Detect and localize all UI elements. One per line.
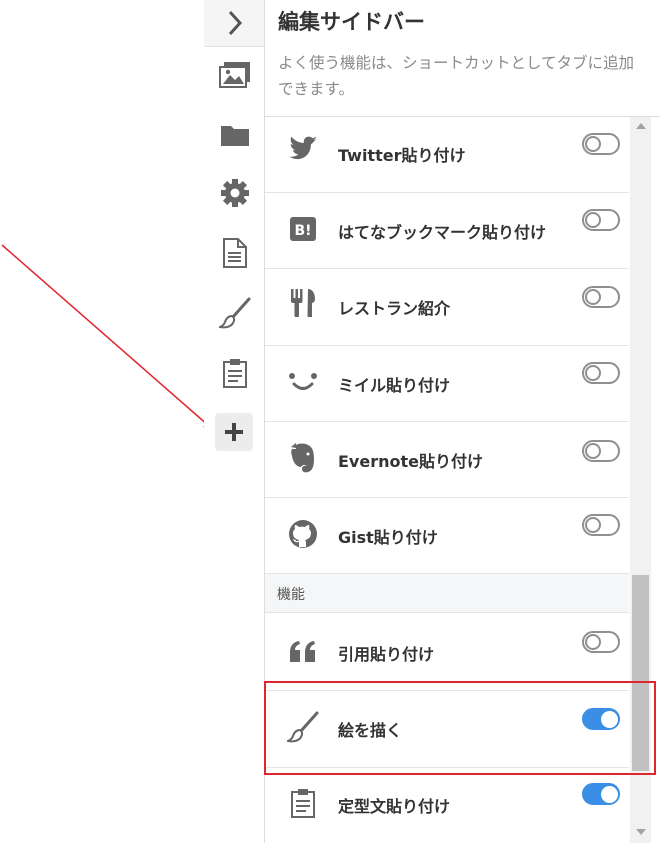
twitter-icon (286, 132, 320, 166)
feature-list: Twitter貼り付け B! はてなブックマーク貼り付け レストラン紹介 ミイル… (265, 117, 629, 843)
list-item-label: Evernote貼り付け (338, 452, 483, 471)
list-item[interactable]: Evernote貼り付け (265, 421, 629, 498)
list-item[interactable]: 引用貼り付け (265, 613, 629, 691)
toggle-switch[interactable] (582, 133, 620, 155)
scroll-down-arrow[interactable] (630, 823, 651, 840)
clipboard-icon (286, 786, 320, 820)
section-label: 機能 (277, 587, 305, 603)
evernote-icon (286, 441, 320, 475)
gear-icon[interactable] (218, 176, 252, 210)
plus-icon (225, 423, 243, 441)
quote-icon (286, 635, 320, 669)
list-item-label: はてなブックマーク貼り付け (338, 223, 547, 242)
toggle-switch[interactable] (582, 286, 620, 308)
list-item-label: 定型文貼り付け (338, 797, 451, 816)
list-item-label: 引用貼り付け (338, 645, 435, 664)
image-icon[interactable] (218, 58, 252, 92)
scrollbar-thumb[interactable] (632, 575, 649, 771)
restaurant-icon (286, 286, 320, 320)
icon-rail (204, 0, 265, 843)
scroll-up-arrow[interactable] (630, 117, 651, 134)
list-item-label: レストラン紹介 (338, 299, 451, 318)
list-item-label: Gist貼り付け (338, 528, 438, 547)
collapse-button[interactable] (204, 0, 264, 47)
list-item-label: ミイル貼り付け (338, 376, 451, 395)
panel-description: よく使う機能は、ショートカットとしてタブに追加できます。 (278, 54, 635, 98)
svg-text:B!: B! (294, 223, 311, 239)
section-header: 機能 (265, 574, 629, 613)
edit-sidebar-panel: 編集サイドバー よく使う機能は、ショートカットとしてタブに追加できます。 Twi… (265, 0, 660, 843)
hatena-bookmark-icon: B! (286, 212, 320, 246)
document-icon[interactable] (218, 236, 252, 270)
add-tab-button[interactable] (215, 413, 253, 451)
folder-icon[interactable] (218, 118, 252, 152)
github-icon (286, 517, 320, 551)
list-item[interactable]: 絵を描く (265, 690, 629, 768)
toggle-switch[interactable] (582, 708, 620, 730)
list-item-label: 絵を描く (338, 721, 403, 740)
brush-icon (286, 710, 320, 744)
list-item[interactable]: Twitter貼り付け (265, 117, 629, 193)
toggle-switch[interactable] (582, 783, 620, 805)
scrollbar[interactable] (630, 117, 651, 843)
toggle-switch[interactable] (582, 631, 620, 653)
smile-icon (286, 364, 320, 398)
list-item[interactable]: 定型文貼り付け (265, 767, 629, 843)
chevron-right-icon (218, 6, 252, 40)
toggle-switch[interactable] (582, 514, 620, 536)
list-item-label: Twitter貼り付け (338, 146, 466, 165)
brush-icon[interactable] (218, 296, 252, 330)
list-item[interactable]: B! はてなブックマーク貼り付け (265, 192, 629, 269)
clipboard-icon[interactable] (218, 356, 252, 390)
list-item[interactable]: レストラン紹介 (265, 268, 629, 346)
list-item[interactable]: Gist貼り付け (265, 497, 629, 574)
list-item[interactable]: ミイル貼り付け (265, 345, 629, 422)
toggle-switch[interactable] (582, 362, 620, 384)
toggle-switch[interactable] (582, 209, 620, 231)
panel-title: 編集サイドバー (278, 10, 425, 34)
toggle-switch[interactable] (582, 440, 620, 462)
panel-header: 編集サイドバー よく使う機能は、ショートカットとしてタブに追加できます。 (265, 0, 660, 117)
